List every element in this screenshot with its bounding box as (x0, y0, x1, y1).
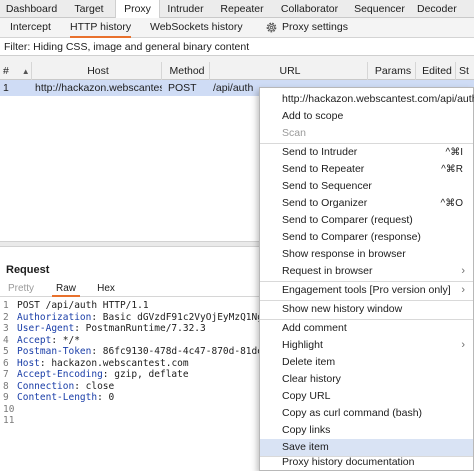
menu-item-label: Highlight (282, 339, 323, 351)
request-header-line: User-Agent: PostmanRuntime/7.32.3 (17, 323, 206, 334)
column-header-status[interactable]: St (456, 62, 474, 80)
line-number: 4 (3, 334, 9, 346)
menu-item-send-to-repeater[interactable]: Send to Repeater ^⌘R (260, 161, 473, 178)
request-line: POST /api/auth HTTP/1.1 (17, 300, 149, 311)
menu-item-proxy-history-documentation[interactable]: Proxy history documentation (260, 454, 473, 471)
proxy-settings-button[interactable]: Proxy settings (282, 18, 348, 38)
line-number: 9 (3, 392, 9, 403)
column-header-method[interactable]: Method (162, 62, 210, 80)
sort-ascending-icon: ▲ (21, 67, 30, 76)
request-header-line: Content-Length: 0 (17, 392, 115, 403)
table-header: # ▲ Host Method URL Params Edited St (0, 62, 474, 80)
tab-intercept[interactable]: Intercept (10, 18, 51, 38)
tab-websockets-history[interactable]: WebSockets history (150, 18, 243, 38)
menu-item-send-to-comparer-request[interactable]: Send to Comparer (request) (260, 212, 473, 229)
menu-item-delete-item[interactable]: Delete item (260, 354, 473, 371)
column-header-edited[interactable]: Edited (416, 62, 456, 80)
tab-http-history[interactable]: HTTP history (70, 18, 132, 38)
column-header-host[interactable]: Host (32, 62, 162, 80)
column-header-params[interactable]: Params (368, 62, 416, 80)
row-host: http://hackazon.webscantest.... (35, 82, 162, 94)
shortcut-label: ^⌘O (440, 198, 463, 209)
tab-collaborator[interactable]: Collaborator (273, 0, 346, 18)
column-header-number-label: # (3, 65, 9, 77)
tab-pretty[interactable]: Pretty (4, 283, 38, 297)
menu-item-label: Send to Intruder (282, 146, 358, 158)
menu-item-show-response-in-browser[interactable]: Show response in browser (260, 246, 473, 263)
line-number: 2 (3, 311, 9, 323)
tool-tab-bar: Dashboard Target Proxy Intruder Repeater… (0, 0, 474, 18)
line-number: 7 (3, 369, 9, 380)
menu-item-label: Engagement tools [Pro version only] (282, 284, 451, 296)
tab-hex[interactable]: Hex (92, 283, 120, 297)
menu-item-label: Send to Repeater (282, 163, 365, 175)
line-number: 6 (3, 357, 9, 369)
menu-item-send-to-sequencer[interactable]: Send to Sequencer (260, 178, 473, 195)
request-header-line: Host: hackazon.webscantest.com (17, 357, 189, 369)
row-url: /api/auth (213, 82, 254, 94)
column-header-number[interactable]: # ▲ (0, 62, 32, 80)
tab-target[interactable]: Target (63, 0, 115, 18)
menu-item-copy-as-curl[interactable]: Copy as curl command (bash) (260, 405, 473, 422)
menu-item-scan: Scan (282, 127, 306, 139)
tab-raw[interactable]: Raw (52, 283, 80, 297)
menu-item-clear-history[interactable]: Clear history (260, 371, 473, 388)
request-panel-title: Request (6, 264, 50, 276)
menu-item-request-in-browser[interactable]: Request in browser › (260, 263, 473, 280)
tab-proxy[interactable]: Proxy (115, 0, 160, 18)
column-header-url[interactable]: URL (210, 62, 368, 80)
menu-item-send-to-comparer-response[interactable]: Send to Comparer (response) (260, 229, 473, 246)
line-number: 1 (3, 300, 9, 311)
tab-decoder[interactable]: Decoder (413, 0, 474, 18)
request-header-line: Connection: close (17, 380, 115, 392)
request-header-line: Accept-Encoding: gzip, deflate (17, 369, 189, 380)
menu-item-label: Request in browser (282, 265, 373, 277)
shortcut-label: ^⌘R (441, 164, 463, 175)
chevron-right-icon: › (461, 284, 465, 296)
row-method: POST (168, 82, 197, 94)
shortcut-label: ^⌘I (445, 147, 463, 158)
menu-item-copy-url[interactable]: Copy URL (260, 388, 473, 405)
menu-item-show-new-history-window[interactable]: Show new history window (260, 301, 473, 318)
menu-item-url[interactable]: http://hackazon.webscantest.com/api/auth (260, 91, 474, 108)
filter-bar[interactable]: Filter: Hiding CSS, image and general bi… (0, 38, 474, 56)
line-number: 10 (3, 403, 15, 415)
gear-icon[interactable] (265, 21, 278, 34)
menu-item-add-comment[interactable]: Add comment (260, 320, 473, 337)
menu-item-copy-links[interactable]: Copy links (260, 422, 473, 439)
context-menu: http://hackazon.webscantest.com/api/auth… (259, 87, 474, 471)
menu-item-send-to-organizer[interactable]: Send to Organizer ^⌘O (260, 195, 473, 212)
request-header-line: Authorization: Basic dGVzdF91c2VyOjEyMzQ… (17, 311, 275, 323)
chevron-right-icon: › (461, 265, 465, 277)
line-number: 8 (3, 380, 9, 392)
tab-dashboard[interactable]: Dashboard (0, 0, 63, 18)
tab-repeater[interactable]: Repeater (211, 0, 273, 18)
request-header-line: Accept: */* (17, 334, 80, 346)
tab-intruder[interactable]: Intruder (160, 0, 211, 18)
chevron-right-icon: › (461, 339, 465, 351)
row-number: 1 (3, 82, 9, 94)
proxy-sub-tab-bar: Intercept HTTP history WebSockets histor… (0, 18, 474, 38)
tab-sequencer[interactable]: Sequencer (346, 0, 413, 18)
menu-item-label: Send to Organizer (282, 197, 368, 209)
menu-item-highlight[interactable]: Highlight › (260, 337, 473, 354)
menu-item-engagement-tools[interactable]: Engagement tools [Pro version only] › (260, 282, 473, 299)
request-header-line: Postman-Token: 86fc9130-478d-4c47-870d-8… (17, 346, 275, 357)
menu-item-add-to-scope[interactable]: Add to scope (260, 108, 473, 125)
line-number: 11 (3, 415, 15, 426)
line-number: 3 (3, 323, 9, 334)
line-number: 5 (3, 346, 9, 357)
menu-item-send-to-intruder[interactable]: Send to Intruder ^⌘I (260, 144, 473, 161)
